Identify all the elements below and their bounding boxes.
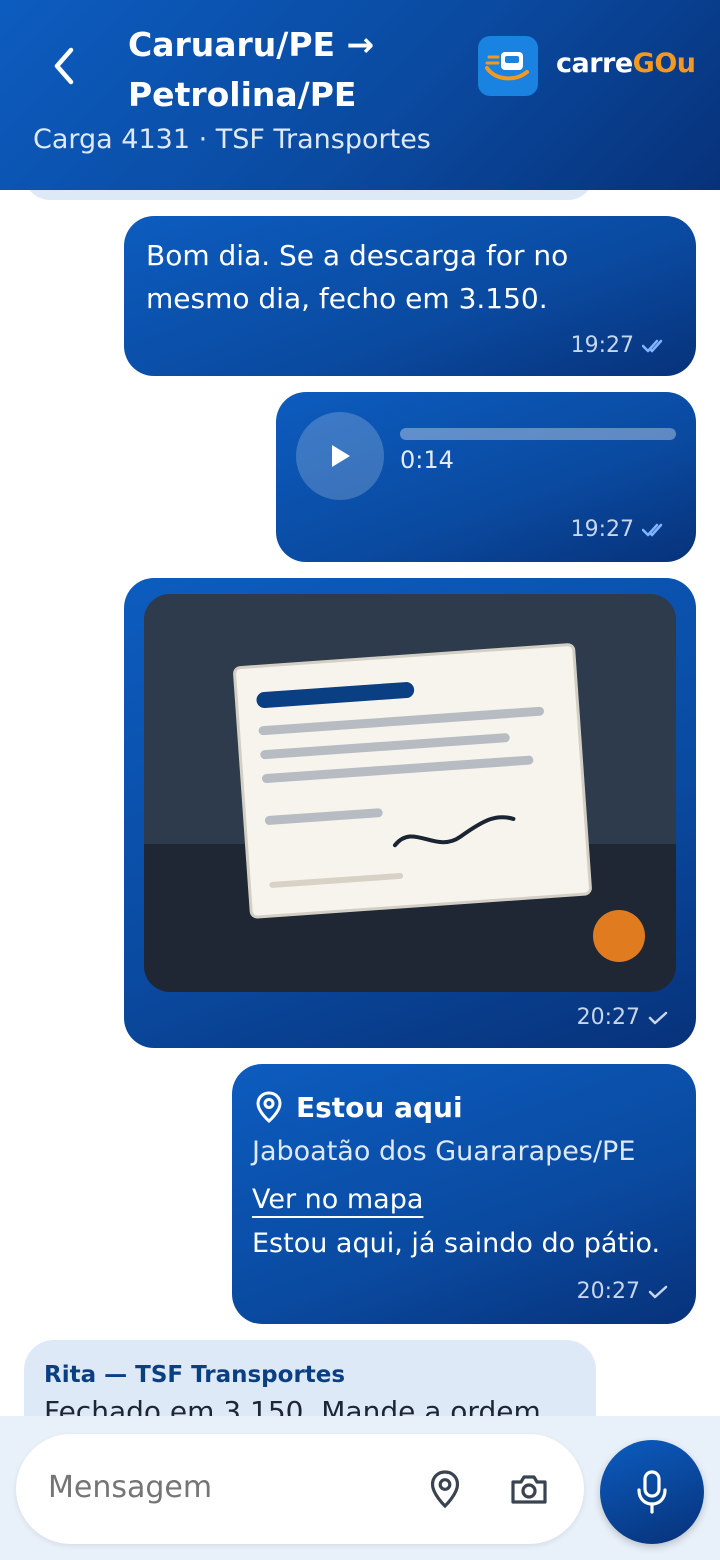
camera-button[interactable] xyxy=(506,1466,552,1512)
location-title: Estou aqui xyxy=(256,1086,676,1128)
outgoing-text-message[interactable]: Bom dia. Se a descarga for no mesmo dia,… xyxy=(124,216,696,376)
message-input-container xyxy=(16,1434,584,1544)
document-photo[interactable] xyxy=(144,594,676,992)
audio-progress-track[interactable] xyxy=(400,428,676,440)
play-button[interactable] xyxy=(296,412,384,500)
camera-icon xyxy=(511,1475,547,1504)
route-origin: Caruaru/PE → xyxy=(128,25,375,64)
logo-text-main: carre xyxy=(556,48,633,79)
double-check-icon xyxy=(642,523,663,536)
record-audio-button[interactable] xyxy=(600,1440,704,1544)
message-meta: 20:27 xyxy=(577,1279,668,1304)
outgoing-audio-message: 0:14 19:27 xyxy=(276,392,696,562)
chevron-left-icon xyxy=(54,47,74,85)
chat-header: Caruaru/PE → Petrolina/PE Carga 4131 · T… xyxy=(0,0,720,190)
message-input[interactable] xyxy=(48,1470,388,1505)
brand-logo: carreGOu xyxy=(556,48,696,79)
route-destination: Petrolina/PE xyxy=(128,75,357,114)
play-icon xyxy=(332,445,350,467)
message-text: Bom dia. Se a descarga for no mesmo dia,… xyxy=(146,239,569,315)
view-on-map-link[interactable]: Ver no mapa xyxy=(252,1180,423,1220)
share-location-button[interactable] xyxy=(422,1466,468,1512)
message-time: 20:27 xyxy=(576,1005,640,1030)
audio-duration: 0:14 xyxy=(400,446,454,474)
logo-text-accent: GOu xyxy=(632,48,696,79)
single-check-icon xyxy=(648,1285,668,1298)
back-button[interactable] xyxy=(40,42,88,90)
location-city: Jaboatão dos Guararapes/PE xyxy=(252,1136,636,1167)
sender-name: Rita — TSF Transportes xyxy=(44,1362,346,1388)
message-composer xyxy=(0,1416,720,1560)
outgoing-location-message: Estou aqui Jaboatão dos Guararapes/PE Ve… xyxy=(232,1064,696,1324)
route-title: Caruaru/PE → Petrolina/PE xyxy=(128,20,448,120)
message-meta: 19:27 xyxy=(571,517,668,542)
single-check-icon xyxy=(648,1011,668,1024)
load-subtitle: Carga 4131 · TSF Transportes xyxy=(33,124,431,155)
location-title-text: Estou aqui xyxy=(296,1090,463,1124)
map-pin-icon xyxy=(256,1091,282,1123)
message-time: 19:27 xyxy=(570,333,634,358)
truck-logo-icon xyxy=(478,36,538,96)
double-check-icon xyxy=(642,339,663,352)
message-time: 19:27 xyxy=(570,517,634,542)
message-meta: 20:27 xyxy=(577,1005,668,1030)
microphone-icon xyxy=(637,1470,667,1514)
map-pin-icon xyxy=(430,1470,460,1509)
message-time: 20:27 xyxy=(576,1279,640,1304)
message-text: Estou aqui, já saindo do pátio. xyxy=(252,1228,661,1259)
outgoing-image-message: 20:27 xyxy=(124,578,696,1048)
message-meta: 19:27 xyxy=(571,333,668,358)
